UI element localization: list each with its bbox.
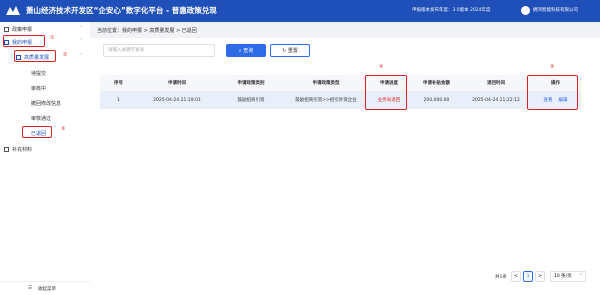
cell-return-time: 2025-04-24 21:22:12	[472, 98, 520, 103]
reset-label: 重置	[287, 48, 298, 54]
col-return-time: 退回时间	[487, 81, 505, 86]
refresh-icon: ↻	[282, 48, 287, 54]
chevron-up-icon[interactable]: ˄	[80, 39, 82, 44]
search-input[interactable]	[103, 44, 215, 57]
col-amount: 申请补贴金额	[423, 81, 450, 86]
col-category: 申请政策类别	[237, 81, 265, 86]
highlight-box-4	[365, 75, 407, 110]
top-header-bar: 萧山经济技术开发区“企安心”数字化平台 - 普惠政策兑现 申报版本发布年度：3.…	[0, 0, 600, 22]
chevron-up-icon[interactable]: ˄	[80, 26, 82, 31]
collapse-menu-button[interactable]: ☰ 收起菜单	[0, 281, 90, 295]
sidebar: 政策申报 ˄ 我的申报 ˄ ① 高质量发展 ˄ ② 待提交 审核中 撤回修改信息…	[0, 22, 90, 295]
chevron-down-icon: ˅	[579, 274, 582, 279]
sidebar-item-approved[interactable]: 审核通过	[31, 115, 51, 122]
cell-amount: 200,000.00	[423, 98, 450, 103]
version-info: 申报版本发布年度：3.0版本 2024年度	[412, 8, 491, 13]
document-icon	[4, 27, 9, 32]
main-panel: ⌕ 查询 ↻ 重置 序号 申请时间 申请政策类别 申请政策类型 申请进度 申请补…	[90, 38, 600, 295]
sidebar-item-reviewing[interactable]: 审核中	[31, 85, 46, 92]
highlight-box-3	[22, 126, 52, 138]
query-button[interactable]: ⌕ 查询	[226, 44, 266, 57]
sidebar-item-supplement[interactable]: 补充材料	[4, 146, 32, 153]
highlight-box-5	[527, 75, 578, 110]
sidebar-item-label: 补充材料	[12, 147, 33, 153]
table-row: 1 2025-04-24 21:19:01 鼓励招商引资 鼓励招商引资>>招引外…	[100, 92, 581, 109]
col-type: 申请政策类型	[312, 81, 340, 86]
cell-index: 1	[117, 98, 120, 103]
breadcrumb: 当前位置：我的申报 > 高质量发展 > 已退回	[97, 28, 197, 34]
col-apply-time: 申请时间	[168, 81, 186, 86]
pagination-total: 共1条	[495, 275, 507, 280]
cell-category: 鼓励招商引资	[237, 98, 265, 103]
table-header: 序号 申请时间 申请政策类别 申请政策类型 申请进度 申请补贴金额 退回时间 操…	[100, 75, 581, 92]
query-label: 查询	[243, 48, 254, 54]
cell-apply-time: 2025-04-24 21:19:01	[153, 98, 201, 103]
sidebar-item-label: 政策申报	[12, 27, 33, 33]
collapse-label: 收起菜单	[38, 287, 56, 292]
marker-5: ⑤	[550, 64, 555, 70]
avatar[interactable]	[521, 6, 530, 15]
search-icon: ⌕	[238, 48, 242, 54]
page-1-button[interactable]: 1	[523, 271, 533, 282]
collapse-icon: ☰	[28, 286, 33, 291]
company-name[interactable]: 拥鸿智能科技有限公司	[533, 7, 578, 13]
marker-2: ②	[63, 52, 68, 58]
logo-icon	[6, 6, 20, 15]
col-index: 序号	[114, 81, 123, 86]
prev-page-button[interactable]: <	[511, 271, 521, 282]
cell-type: 鼓励招商引资>>招引外资企业	[295, 98, 357, 103]
file-icon	[4, 147, 9, 152]
marker-4: ④	[379, 64, 384, 70]
chevron-up-icon[interactable]: ˄	[80, 54, 82, 59]
sidebar-item-withdraw-modify[interactable]: 撤回修改信息	[31, 100, 61, 107]
page-size-select[interactable]: 10 条/页 ˅	[550, 271, 586, 282]
next-page-button[interactable]: >	[535, 271, 545, 282]
app-title: 萧山经济技术开发区“企安心”数字化平台 - 普惠政策兑现	[26, 6, 217, 15]
highlight-box-2	[14, 50, 56, 62]
highlight-box-1	[3, 35, 45, 47]
reset-button[interactable]: ↻ 重置	[270, 44, 310, 57]
page-size-value: 10 条/页	[554, 274, 572, 279]
marker-1: ①	[50, 35, 55, 41]
sidebar-item-pending-submit[interactable]: 待提交	[31, 70, 46, 77]
marker-3: ③	[61, 126, 66, 132]
sidebar-item-policy-apply[interactable]: 政策申报	[4, 26, 32, 33]
